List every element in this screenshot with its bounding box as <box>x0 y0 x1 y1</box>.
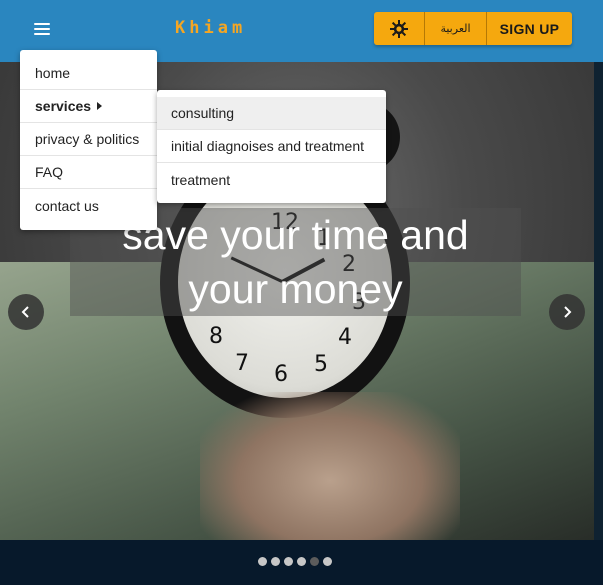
menu-item-label: FAQ <box>35 164 64 180</box>
header-button-group: العربية SIGN UP <box>374 12 572 45</box>
sign-up-button[interactable]: SIGN UP <box>487 12 572 45</box>
carousel-dot[interactable] <box>310 557 319 566</box>
submenu-item-label: consulting <box>171 105 235 121</box>
carousel-dot[interactable] <box>323 557 332 566</box>
clock-number: 5 <box>314 352 328 377</box>
menu-item-services[interactable]: services <box>20 90 157 123</box>
carousel-prev-button[interactable] <box>8 294 44 330</box>
carousel-dot[interactable] <box>284 557 293 566</box>
main-dropdown-menu: home services privacy & politics FAQ con… <box>20 50 157 230</box>
submenu-item-treatment[interactable]: treatment <box>157 163 386 196</box>
brand-logo[interactable]: Khiam <box>175 18 246 38</box>
clock-number: 6 <box>274 362 288 387</box>
carousel-dot[interactable] <box>271 557 280 566</box>
carousel-dot[interactable] <box>258 557 267 566</box>
carousel-indicators <box>258 557 332 566</box>
menu-item-label: services <box>35 98 92 114</box>
clock-number: 8 <box>209 324 223 349</box>
hands-image <box>200 392 460 540</box>
menu-item-label: privacy & politics <box>35 131 140 147</box>
hero-caption-line-2: your money <box>188 266 403 312</box>
menu-item-privacy[interactable]: privacy & politics <box>20 123 157 156</box>
submenu-item-consulting[interactable]: consulting <box>157 97 386 130</box>
submenu-item-label: initial diagnoises and treatment <box>171 138 365 154</box>
menu-item-faq[interactable]: FAQ <box>20 156 157 189</box>
carousel-next-button[interactable] <box>549 294 585 330</box>
services-submenu: consulting initial diagnoises and treatm… <box>157 90 386 203</box>
chevron-right-icon <box>564 306 572 318</box>
clock-number: 4 <box>338 325 352 350</box>
carousel-dot[interactable] <box>297 557 306 566</box>
menu-item-label: home <box>35 65 71 81</box>
clock-number: 7 <box>235 351 249 376</box>
page-scrollbar[interactable] <box>594 62 603 540</box>
menu-item-label: contact us <box>35 197 99 214</box>
language-button[interactable]: العربية <box>425 12 487 45</box>
menu-item-home[interactable]: home <box>20 57 157 90</box>
gear-sun-icon <box>390 19 408 38</box>
theme-toggle-button[interactable] <box>374 12 425 45</box>
caret-right-icon <box>97 102 103 110</box>
menu-item-contact[interactable]: contact us <box>20 189 157 222</box>
submenu-item-initial-diagnoses[interactable]: initial diagnoises and treatment <box>157 130 386 163</box>
chevron-left-icon <box>21 306 29 318</box>
submenu-item-label: treatment <box>171 171 231 188</box>
hamburger-menu-icon[interactable] <box>30 18 54 40</box>
